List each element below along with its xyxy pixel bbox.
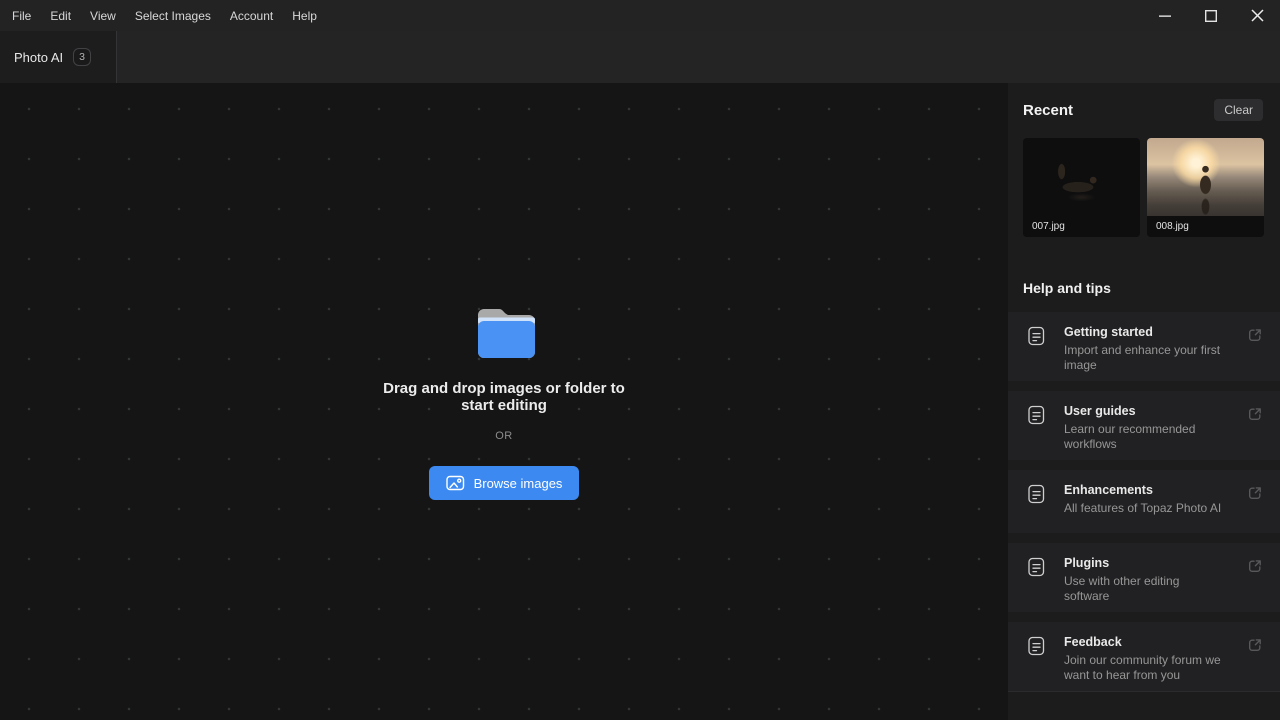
help-item-text: User guides Learn our recommended workfl… — [1064, 404, 1222, 451]
maximize-button[interactable] — [1188, 0, 1234, 31]
minimize-icon — [1158, 9, 1172, 23]
clear-recent-button[interactable]: Clear — [1214, 99, 1263, 121]
menu-item[interactable]: Account — [230, 9, 273, 23]
external-link-icon — [1247, 637, 1263, 653]
tab-label: Photo AI — [14, 50, 63, 65]
thumbnail-filename: 008.jpg — [1147, 216, 1264, 237]
document-icon — [1028, 326, 1045, 346]
dropzone-title: Drag and drop images or folder to start … — [374, 380, 634, 414]
external-link-icon — [1247, 558, 1263, 574]
help-item-title: Plugins — [1064, 556, 1222, 571]
help-list-item[interactable]: Feedback Join our community forum we wan… — [1008, 622, 1280, 691]
recent-header: Recent Clear — [1008, 83, 1280, 121]
browse-images-label: Browse images — [474, 476, 563, 491]
folder-icon — [473, 303, 535, 358]
recent-thumbnails: 007.jpg 008.jpg — [1008, 121, 1280, 237]
external-link-icon — [1247, 406, 1263, 422]
help-item-description: Use with other editing software — [1064, 574, 1222, 603]
help-item-text: Feedback Join our community forum we wan… — [1064, 635, 1222, 682]
tab-photo-ai[interactable]: Photo AI 3 — [0, 31, 117, 83]
help-item-title: Getting started — [1064, 325, 1222, 340]
help-item-title: User guides — [1064, 404, 1222, 419]
menu-item[interactable]: Select Images — [135, 9, 211, 23]
document-icon — [1028, 557, 1045, 577]
minimize-button[interactable] — [1142, 0, 1188, 31]
menu-items: File Edit View Select Images Account Hel… — [0, 9, 317, 23]
editor-canvas: Drag and drop images or folder to start … — [0, 83, 1008, 720]
help-list-item[interactable]: Getting started Import and enhance your … — [1008, 312, 1280, 381]
drag-drop-zone[interactable]: Drag and drop images or folder to start … — [374, 303, 634, 500]
help-and-tips-list: Getting started Import and enhance your … — [1008, 312, 1280, 692]
recent-thumbnail[interactable]: 008.jpg — [1147, 138, 1264, 237]
external-link-icon — [1247, 327, 1263, 343]
or-separator-label: OR — [495, 430, 513, 442]
help-and-tips-title: Help and tips — [1008, 237, 1280, 296]
help-item-description: Import and enhance your first image — [1064, 343, 1222, 372]
browse-images-button[interactable]: Browse images — [429, 466, 580, 500]
window-controls — [1142, 0, 1280, 31]
help-item-text: Getting started Import and enhance your … — [1064, 325, 1222, 372]
document-icon — [1028, 484, 1045, 504]
close-icon — [1250, 8, 1265, 23]
tab-bar: Photo AI 3 — [0, 31, 1280, 83]
help-item-description: Join our community forum we want to hear… — [1064, 653, 1222, 682]
close-button[interactable] — [1234, 0, 1280, 31]
help-list-item[interactable]: Plugins Use with other editing software — [1008, 543, 1280, 612]
help-item-text: Enhancements All features of Topaz Photo… — [1064, 483, 1222, 516]
menu-bar: File Edit View Select Images Account Hel… — [0, 0, 1280, 31]
document-icon — [1028, 636, 1045, 656]
document-icon — [1028, 405, 1045, 425]
tab-count-badge: 3 — [73, 48, 91, 66]
recent-thumbnail[interactable]: 007.jpg — [1023, 138, 1140, 237]
help-item-description: Learn our recommended workflows — [1064, 422, 1222, 451]
menu-item[interactable]: View — [90, 9, 116, 23]
image-icon — [446, 475, 465, 491]
thumbnail-filename: 007.jpg — [1023, 216, 1140, 237]
menu-item[interactable]: Edit — [50, 9, 71, 23]
help-item-text: Plugins Use with other editing software — [1064, 556, 1222, 603]
maximize-icon — [1204, 9, 1218, 23]
help-list-item[interactable]: User guides Learn our recommended workfl… — [1008, 391, 1280, 460]
help-list-item[interactable]: Enhancements All features of Topaz Photo… — [1008, 470, 1280, 533]
thumbnail-image — [1023, 138, 1140, 216]
right-sidebar: Recent Clear 007.jpg 008.jpg Help and ti… — [1008, 83, 1280, 720]
recent-title: Recent — [1023, 102, 1073, 119]
menu-item[interactable]: Help — [292, 9, 317, 23]
external-link-icon — [1247, 485, 1263, 501]
help-item-title: Feedback — [1064, 635, 1222, 650]
thumbnail-image — [1147, 138, 1264, 216]
help-item-title: Enhancements — [1064, 483, 1222, 498]
menu-item[interactable]: File — [12, 9, 31, 23]
help-item-description: All features of Topaz Photo AI — [1064, 501, 1222, 516]
